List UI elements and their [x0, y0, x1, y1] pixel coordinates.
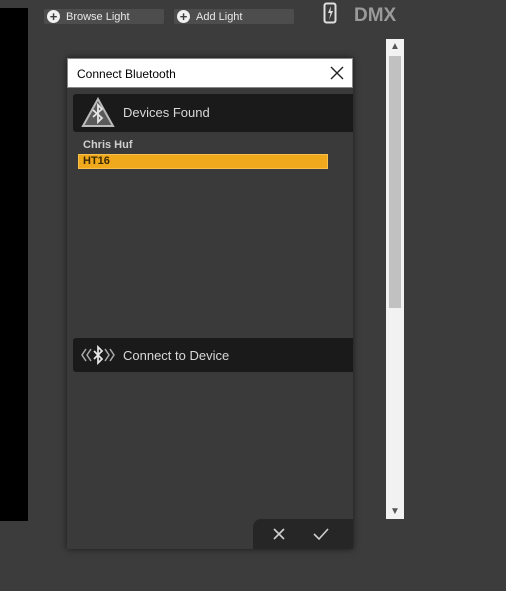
add-light-button[interactable]: + Add Light [174, 9, 294, 24]
dialog-footer [253, 519, 353, 549]
bluetooth-warning-icon [81, 97, 115, 127]
device-item-label: HT16 [83, 155, 110, 167]
close-icon[interactable] [328, 62, 346, 84]
connect-bluetooth-dialog: Connect Bluetooth Devices Found Chris Hu… [67, 58, 353, 549]
browse-light-button[interactable]: + Browse Light [44, 9, 164, 24]
add-light-label: Add Light [196, 10, 243, 23]
phone-lightning-icon[interactable] [323, 2, 337, 24]
dialog-title: Connect Bluetooth [77, 67, 176, 81]
app-logo: DMX [354, 5, 397, 24]
dialog-titlebar: Connect Bluetooth [67, 58, 353, 88]
connect-to-device-label: Connect to Device [123, 348, 230, 363]
device-item-selected[interactable]: HT16 [78, 154, 328, 169]
browse-light-label: Browse Light [66, 10, 130, 23]
scrollbar[interactable]: ▲ ▼ [386, 39, 404, 519]
logo-text: DMX [354, 5, 397, 24]
cancel-x-icon[interactable] [269, 525, 289, 543]
bluetooth-signal-icon [81, 345, 115, 365]
left-panel [0, 8, 28, 521]
connect-to-device-button[interactable]: Connect to Device [73, 338, 353, 372]
scrollbar-thumb[interactable] [389, 56, 401, 308]
devices-found-header: Devices Found [73, 94, 353, 132]
scroll-down-icon[interactable]: ▼ [386, 506, 404, 517]
devices-found-label: Devices Found [123, 105, 210, 120]
scroll-up-icon[interactable]: ▲ [386, 41, 404, 52]
plus-circle-icon: + [177, 10, 190, 23]
plus-circle-icon: + [47, 10, 60, 23]
check-icon[interactable] [311, 525, 331, 543]
device-item[interactable]: Chris Huf [83, 139, 133, 151]
